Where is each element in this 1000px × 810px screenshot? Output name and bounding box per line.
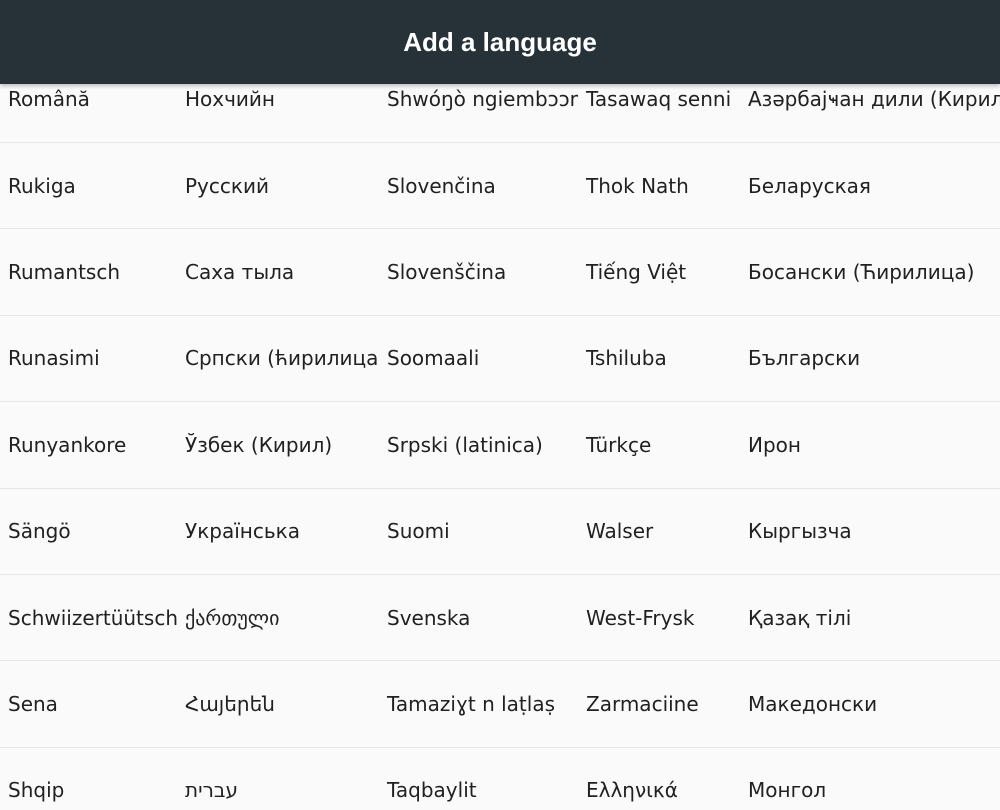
language-item[interactable]: Монгол — [740, 748, 1000, 810]
language-item[interactable]: Suomi — [379, 489, 578, 574]
grid-row: Sena Հայերեն Tamaziɣt n laṭlaṣ Zarmaciin… — [0, 661, 1000, 748]
language-item[interactable]: Български — [740, 316, 1000, 401]
language-item[interactable]: Shwóŋò ngiembɔɔn — [379, 84, 578, 142]
language-item[interactable]: Српски (ћирилица) — [177, 316, 379, 401]
language-item[interactable]: Tamaziɣt n laṭlaṣ — [379, 661, 578, 746]
language-item[interactable]: Svenska — [379, 575, 578, 660]
language-item[interactable]: Tasawaq senni — [578, 84, 740, 142]
language-item[interactable]: ქართული — [177, 575, 379, 660]
language-item[interactable]: Босански (Ћирилица) — [740, 229, 1000, 314]
language-item[interactable]: Thok Nath — [578, 143, 740, 228]
language-item[interactable]: Shqip — [0, 748, 177, 810]
language-item[interactable]: Runyankore — [0, 402, 177, 487]
language-item[interactable]: Walser — [578, 489, 740, 574]
language-item[interactable]: Slovenčina — [379, 143, 578, 228]
grid-row: Shqip עברית Taqbaylit Ελληνικά Монгол — [0, 748, 1000, 810]
language-item[interactable]: Tiếng Việt — [578, 229, 740, 314]
app-bar: Add a language — [0, 0, 1000, 84]
language-item[interactable]: Taqbaylit — [379, 748, 578, 810]
language-item[interactable]: Srpski (latinica) — [379, 402, 578, 487]
language-item[interactable]: Ўзбек (Кирил) — [177, 402, 379, 487]
language-item[interactable]: Slovenščina — [379, 229, 578, 314]
language-item[interactable]: Runasimi — [0, 316, 177, 401]
language-grid: Română Нохчийн Shwóŋò ngiembɔɔn Tasawaq … — [0, 84, 1000, 810]
language-item[interactable]: Қазақ тілі — [740, 575, 1000, 660]
grid-row: Runasimi Српски (ћирилица) Soomaali Tshi… — [0, 316, 1000, 403]
language-item[interactable]: Беларуская — [740, 143, 1000, 228]
language-item[interactable]: Македонски — [740, 661, 1000, 746]
language-item[interactable]: Română — [0, 84, 177, 142]
grid-row: Română Нохчийн Shwóŋò ngiembɔɔn Tasawaq … — [0, 84, 1000, 143]
language-item[interactable]: Sängö — [0, 489, 177, 574]
language-item[interactable]: Schwiizertüütsch — [0, 575, 177, 660]
language-item[interactable]: Кыргызча — [740, 489, 1000, 574]
language-item[interactable]: Türkçe — [578, 402, 740, 487]
language-item[interactable]: Русский — [177, 143, 379, 228]
language-item[interactable]: West-Frysk — [578, 575, 740, 660]
language-item[interactable]: עברית — [177, 748, 379, 810]
language-item[interactable]: Rukiga — [0, 143, 177, 228]
language-item[interactable]: Ελληνικά — [578, 748, 740, 810]
language-item[interactable]: Soomaali — [379, 316, 578, 401]
language-item[interactable]: Sena — [0, 661, 177, 746]
page-title: Add a language — [403, 26, 597, 57]
grid-row: Schwiizertüütsch ქართული Svenska West-Fr… — [0, 575, 1000, 662]
language-item[interactable]: Українська — [177, 489, 379, 574]
grid-row: Runyankore Ўзбек (Кирил) Srpski (latinic… — [0, 402, 1000, 489]
language-item[interactable]: Нохчийн — [177, 84, 379, 142]
language-item[interactable]: Ирон — [740, 402, 1000, 487]
grid-row: Rukiga Русский Slovenčina Thok Nath Бела… — [0, 143, 1000, 230]
grid-row: Rumantsch Саха тыла Slovenščina Tiếng Vi… — [0, 229, 1000, 316]
language-item[interactable]: Азәрбајҹан дили (Кирил) — [740, 84, 1000, 142]
language-item[interactable]: Zarmaciine — [578, 661, 740, 746]
language-item[interactable]: Rumantsch — [0, 229, 177, 314]
language-item[interactable]: Tshiluba — [578, 316, 740, 401]
language-item[interactable]: Саха тыла — [177, 229, 379, 314]
language-item[interactable]: Հայերեն — [177, 661, 379, 746]
grid-row: Sängö Українська Suomi Walser Кыргызча — [0, 489, 1000, 575]
